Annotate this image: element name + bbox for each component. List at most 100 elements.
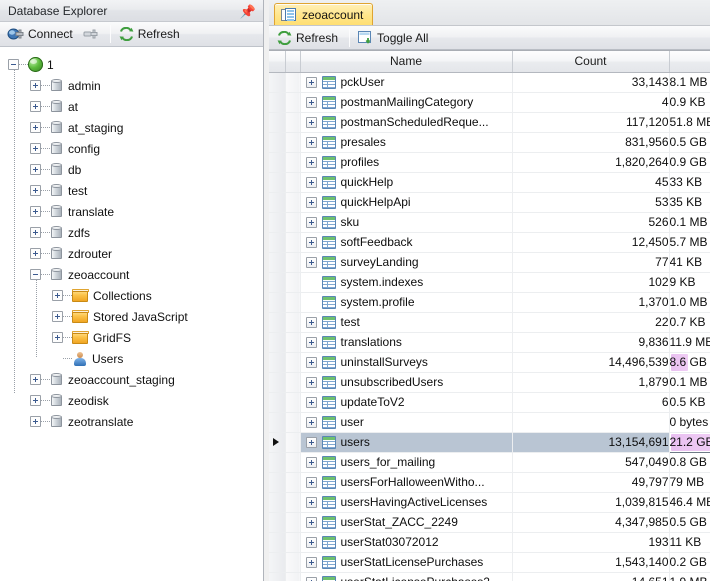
row-indicator-cell[interactable] <box>269 472 286 493</box>
row-expander[interactable] <box>305 356 317 368</box>
row-expander[interactable] <box>305 536 317 548</box>
cell-name[interactable]: sku <box>300 212 513 233</box>
cell-count[interactable]: 1,879 <box>512 372 670 393</box>
row-indicator-cell[interactable] <box>269 392 286 413</box>
cell-size[interactable]: 1.0 MB <box>669 292 710 313</box>
cell-count[interactable]: 1,370 <box>512 292 670 313</box>
table-row[interactable]: userStatLicensePurchases2 14,6511.9 MB <box>269 572 710 581</box>
cell-name[interactable]: userStat03072012 <box>300 532 513 553</box>
row-expander[interactable] <box>305 416 317 428</box>
row-indicator-cell[interactable] <box>269 352 286 373</box>
cell-size[interactable]: 8.6 GB <box>669 352 710 373</box>
table-row[interactable]: user 0 bytes <box>269 412 710 433</box>
tree-expander[interactable] <box>30 164 41 175</box>
row-indicator-cell[interactable] <box>269 552 286 573</box>
cell-name[interactable]: quickHelp <box>300 172 513 193</box>
row-expander[interactable] <box>305 76 317 88</box>
row-expander[interactable] <box>305 256 317 268</box>
table-row[interactable]: system.profile 1,370 1.0 MB <box>269 292 710 313</box>
tree-expander[interactable] <box>30 185 41 196</box>
disconnect-plug-icon[interactable] <box>83 26 99 42</box>
tree-node-test[interactable]: test <box>6 180 263 201</box>
row-expander[interactable] <box>305 196 317 208</box>
tree-expander[interactable] <box>52 311 63 322</box>
row-expander[interactable] <box>305 476 317 488</box>
cell-size[interactable]: 0.7 KB <box>669 312 710 333</box>
tree-node-collections[interactable]: Collections <box>6 285 263 306</box>
cell-name[interactable]: user <box>300 412 513 433</box>
cell-count[interactable]: 13,154,691 <box>512 432 670 453</box>
cell-size[interactable]: 5.7 MB <box>669 232 710 253</box>
cell-count[interactable]: 117,120 <box>512 112 670 133</box>
cell-size[interactable]: 0.1 MB <box>669 372 710 393</box>
cell-count[interactable]: 14,651 <box>512 572 670 581</box>
table-row[interactable]: users 13,154,691 21.2 GB <box>269 431 710 453</box>
row-expander[interactable] <box>305 176 317 188</box>
row-expander[interactable] <box>305 236 317 248</box>
tree-node-zeodisk[interactable]: zeodisk <box>6 390 263 411</box>
cell-size[interactable]: 0.2 GB <box>669 552 710 573</box>
refresh-button[interactable]: Refresh <box>116 24 186 45</box>
cell-name[interactable]: translations <box>300 332 513 353</box>
tree-expander[interactable] <box>30 416 41 427</box>
row-expander[interactable] <box>305 456 317 468</box>
cell-size[interactable]: 0.5 GB <box>669 132 710 153</box>
row-indicator-cell[interactable] <box>269 532 286 553</box>
table-row[interactable]: updateToV2 6 0.5 KB <box>269 392 710 413</box>
cell-name[interactable]: userStatLicensePurchases <box>300 552 513 573</box>
tree-node-gridfs[interactable]: GridFS <box>6 327 263 348</box>
row-expander[interactable] <box>305 116 317 128</box>
table-row[interactable]: usersHavingActiveLicenses 1,039,815 46.4 M… <box>269 492 710 513</box>
grid-refresh-button[interactable]: Refresh <box>274 27 344 48</box>
header-size[interactable]: Siz <box>669 51 710 73</box>
table-row[interactable]: userStat03072012 193 11 KB <box>269 532 710 553</box>
table-row[interactable]: presales 831,956 0.5 GB <box>269 132 710 153</box>
tree-node-stored-javascript[interactable]: Stored JavaScript <box>6 306 263 327</box>
row-indicator-cell[interactable] <box>269 72 286 93</box>
cell-name[interactable]: quickHelpApi <box>300 192 513 213</box>
table-row[interactable]: usersForHalloweenWitho... 49,797 79 MB <box>269 472 710 493</box>
cell-count[interactable]: 102 <box>512 272 670 293</box>
cell-size[interactable]: 33 KB <box>669 172 710 193</box>
cell-size[interactable]: 8.1 MB <box>669 72 710 93</box>
tree-node-translate[interactable]: translate <box>6 201 263 222</box>
tree-node-at_staging[interactable]: at_staging <box>6 117 263 138</box>
cell-count[interactable]: 22 <box>512 312 670 333</box>
row-expander[interactable] <box>305 376 317 388</box>
table-row[interactable]: userStat_ZACC_2249 4,347,985 0.5 GB <box>269 512 710 533</box>
tree-expander[interactable] <box>30 143 41 154</box>
tree-expander-root[interactable] <box>8 59 19 70</box>
cell-size[interactable]: 0.1 MB <box>669 212 710 233</box>
tab-zeoaccount[interactable]: zeoaccount <box>274 3 374 25</box>
tree-node-at[interactable]: at <box>6 96 263 117</box>
cell-count[interactable]: 49,797 <box>512 472 670 493</box>
tree-expander[interactable] <box>30 206 41 217</box>
tree-expander[interactable] <box>52 290 63 301</box>
tree-node-admin[interactable]: admin <box>6 75 263 96</box>
row-indicator-cell[interactable] <box>269 132 286 153</box>
cell-count[interactable]: 547,049 <box>512 452 670 473</box>
table-row[interactable]: uninstallSurveys 14,496,539 8.6 GB <box>269 352 710 373</box>
row-expander[interactable] <box>305 156 317 168</box>
row-indicator-cell[interactable] <box>269 152 286 173</box>
cell-size[interactable]: 41 KB <box>669 252 710 273</box>
row-indicator-cell[interactable] <box>269 252 286 273</box>
row-expander[interactable] <box>305 516 317 528</box>
cell-name[interactable]: usersForHalloweenWitho... <box>300 472 513 493</box>
row-expander[interactable] <box>305 496 317 508</box>
cell-count[interactable]: 526 <box>512 212 670 233</box>
cell-count[interactable]: 12,450 <box>512 232 670 253</box>
cell-count[interactable]: 77 <box>512 252 670 273</box>
tree-expander[interactable] <box>30 101 41 112</box>
table-row[interactable]: postmanScheduledReque... 117,120 51.8 MB <box>269 112 710 133</box>
cell-size[interactable]: 79 MB <box>669 472 710 493</box>
table-row[interactable]: system.indexes 102 9 KB <box>269 272 710 293</box>
row-indicator-cell[interactable] <box>269 292 286 313</box>
cell-size[interactable]: 11 KB <box>669 532 710 553</box>
cell-count[interactable]: 53 <box>512 192 670 213</box>
cell-name[interactable]: test <box>300 312 513 333</box>
cell-count[interactable]: 193 <box>512 532 670 553</box>
row-indicator-cell[interactable] <box>269 272 286 293</box>
row-indicator-cell[interactable] <box>269 452 286 473</box>
row-expander[interactable] <box>305 556 317 568</box>
